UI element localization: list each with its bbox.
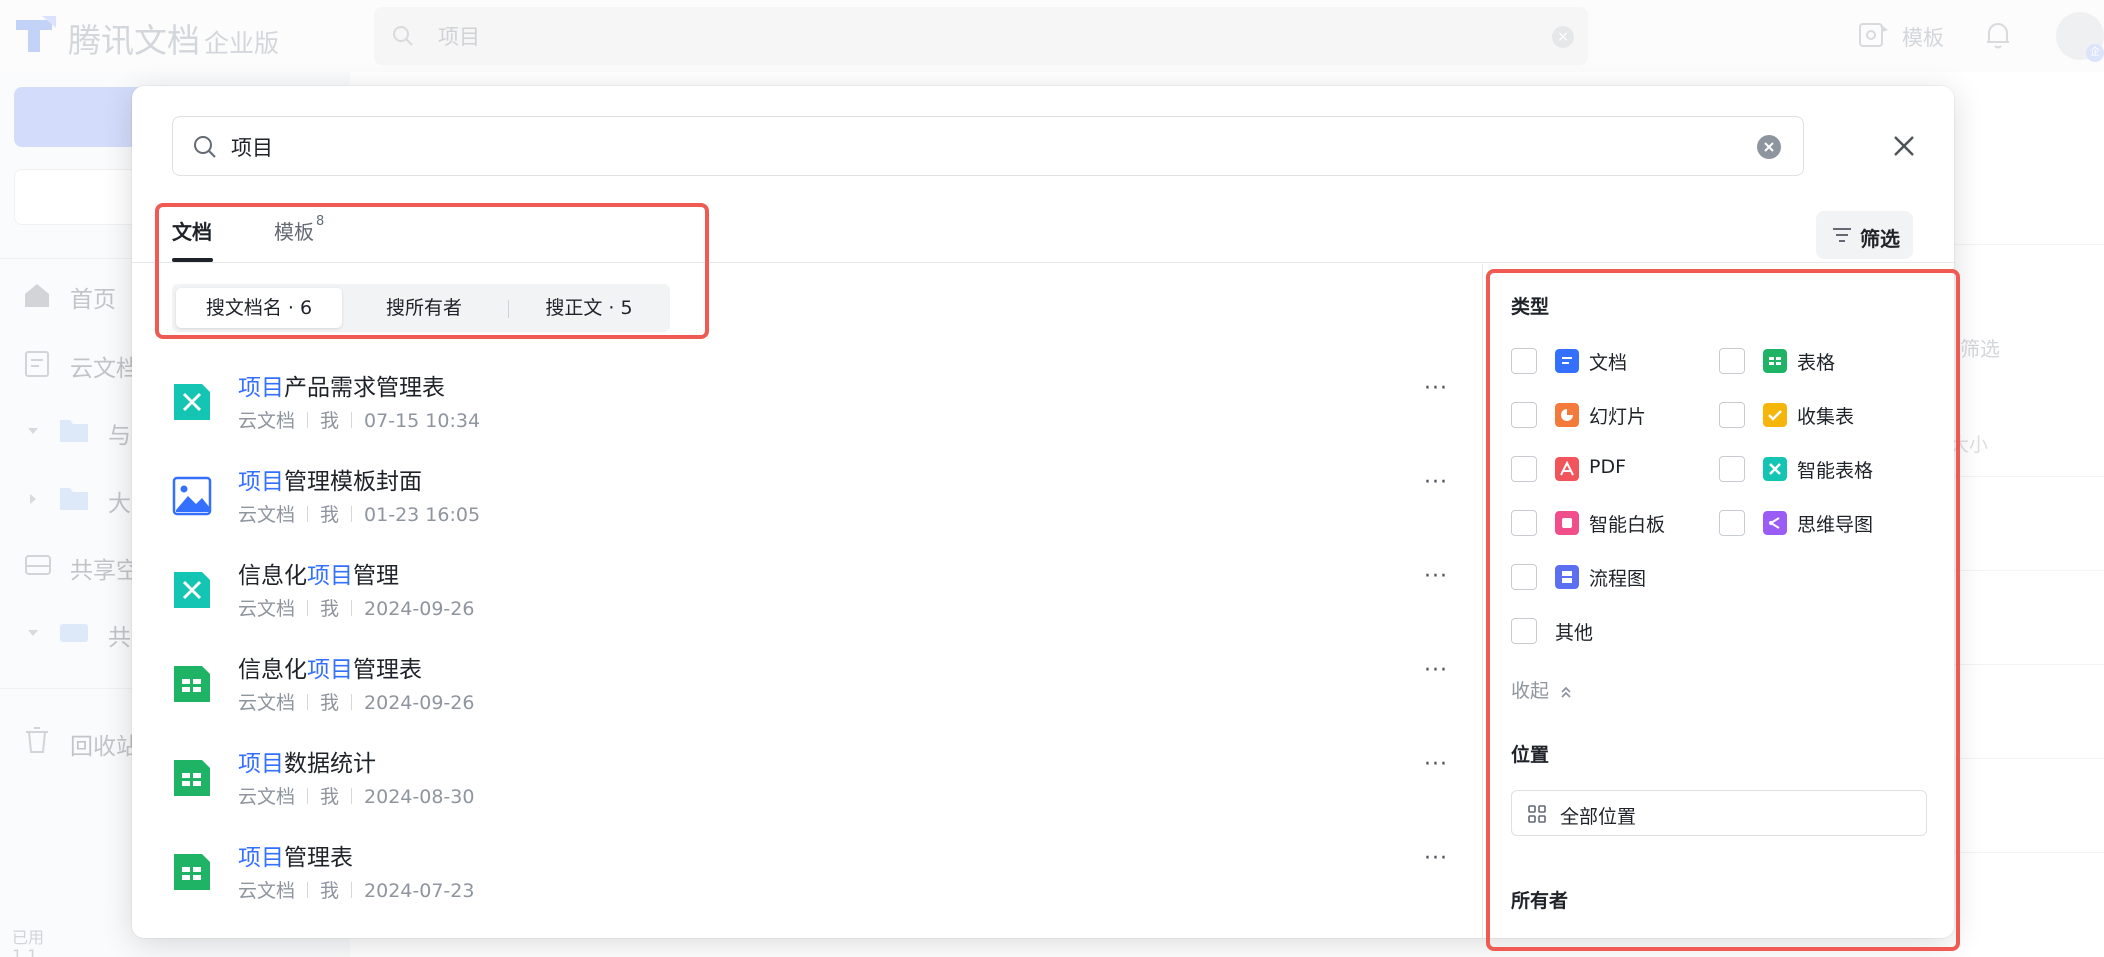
sheet-icon <box>174 854 210 890</box>
tab-docs[interactable]: 文档 <box>172 216 212 245</box>
filter-panel: 类型 文档 表格 幻灯片 收集表 PDF 智能表格 智能白板 思维导图 流程图 … <box>1482 264 1954 938</box>
type-option-mindmap[interactable]: 思维导图 <box>1719 510 1919 538</box>
result-row[interactable]: 信息化项目管理 云文档我 2024-09-26 ··· <box>170 556 1580 650</box>
close-icon[interactable] <box>1888 130 1920 162</box>
checkbox[interactable] <box>1511 618 1537 644</box>
result-title: 项目管理表 <box>238 845 353 871</box>
flowchart-icon <box>1555 565 1579 589</box>
search-scope-segment: 搜文档名 · 6 搜所有者 搜正文 · 5 <box>172 284 670 332</box>
type-option-label: 流程图 <box>1589 568 1647 590</box>
type-option-whiteboard[interactable]: 智能白板 <box>1511 510 1701 538</box>
result-title: 项目数据统计 <box>238 751 376 777</box>
modal-search-input[interactable]: 项目 <box>172 116 1804 176</box>
checkbox[interactable] <box>1719 456 1745 482</box>
type-option-label: 表格 <box>1797 352 1836 374</box>
filter-icon <box>1833 228 1851 242</box>
location-value: 全部位置 <box>1560 806 1637 828</box>
segment-separator <box>508 300 509 318</box>
type-option-label: 文档 <box>1589 352 1628 374</box>
checkbox[interactable] <box>1719 510 1745 536</box>
result-row[interactable]: 项目数据统计 云文档我 2024-08-30 ··· <box>170 744 1580 838</box>
result-meta: 云文档我 2024-09-26 <box>238 598 475 620</box>
result-meta: 云文档我 2024-09-26 <box>238 692 475 714</box>
type-option-doc[interactable]: 文档 <box>1511 348 1701 376</box>
checkbox[interactable] <box>1719 348 1745 374</box>
type-option-label: PDF <box>1589 456 1627 478</box>
result-meta: 云文档我 07-15 10:34 <box>238 410 481 432</box>
type-option-label: 智能白板 <box>1589 514 1666 536</box>
checkbox[interactable] <box>1511 348 1537 374</box>
checkbox[interactable] <box>1511 456 1537 482</box>
result-title: 信息化项目管理表 <box>238 657 422 683</box>
sheet-icon <box>174 760 210 796</box>
search-query: 项目 <box>231 136 273 160</box>
tabs-divider <box>132 262 1954 263</box>
collapse-button[interactable]: 收起 <box>1511 676 1573 703</box>
more-options-button[interactable]: ··· <box>1416 658 1456 688</box>
type-option-smart-sheet[interactable]: 智能表格 <box>1719 456 1919 484</box>
filter-button[interactable]: 筛选 <box>1816 211 1913 259</box>
mindmap-icon <box>1763 511 1787 535</box>
smart-sheet-icon <box>174 572 210 608</box>
type-option-form[interactable]: 收集表 <box>1719 402 1919 430</box>
type-option-pdf[interactable]: PDF <box>1511 456 1701 484</box>
checkbox[interactable] <box>1719 402 1745 428</box>
collapse-label: 收起 <box>1511 680 1550 702</box>
scope-content[interactable]: 搜正文 · 5 <box>512 288 666 328</box>
clear-search-icon[interactable] <box>1757 135 1781 159</box>
checkbox[interactable] <box>1511 402 1537 428</box>
type-option-label: 思维导图 <box>1797 514 1874 536</box>
pdf-icon <box>1555 457 1579 481</box>
search-icon <box>194 136 216 158</box>
location-select[interactable]: 全部位置 <box>1511 790 1927 836</box>
result-title: 项目产品需求管理表 <box>238 375 445 401</box>
image-icon <box>172 476 212 516</box>
type-option-label: 其他 <box>1555 622 1594 644</box>
result-row[interactable]: 项目管理模板封面 云文档我 01-23 16:05 ··· <box>170 462 1580 556</box>
result-row[interactable]: 项目管理表 云文档我 2024-07-23 ··· <box>170 838 1580 932</box>
result-row[interactable]: 项目产品需求管理表 云文档我 07-15 10:34 ··· <box>170 368 1580 462</box>
type-option-slide[interactable]: 幻灯片 <box>1511 402 1701 430</box>
more-options-button[interactable]: ··· <box>1416 752 1456 782</box>
result-meta: 云文档我 01-23 16:05 <box>238 504 481 526</box>
result-meta: 云文档我 2024-08-30 <box>238 786 475 808</box>
more-options-button[interactable]: ··· <box>1416 564 1456 594</box>
result-row[interactable]: 信息化项目管理表 云文档我 2024-09-26 ··· <box>170 650 1580 744</box>
filter-button-label: 筛选 <box>1860 227 1900 251</box>
sheet-icon <box>174 666 210 702</box>
result-meta: 云文档我 2024-07-23 <box>238 880 475 902</box>
result-title: 项目管理模板封面 <box>238 469 422 495</box>
tab-templates-count: 8 <box>316 214 325 230</box>
type-option-label: 幻灯片 <box>1589 406 1647 428</box>
type-option-flowchart[interactable]: 流程图 <box>1511 564 1701 592</box>
whiteboard-icon <box>1555 511 1579 535</box>
checkbox[interactable] <box>1511 564 1537 590</box>
location-heading: 位置 <box>1511 744 1550 766</box>
sheet-icon <box>1763 349 1787 373</box>
scope-doc-name[interactable]: 搜文档名 · 6 <box>176 288 342 328</box>
chevron-double-up-icon <box>1561 686 1571 698</box>
type-option-sheet[interactable]: 表格 <box>1719 348 1919 376</box>
more-options-button[interactable]: ··· <box>1416 470 1456 500</box>
tab-templates-label: 模板 <box>274 220 314 244</box>
scope-owner[interactable]: 搜所有者 <box>344 288 504 328</box>
smart-sheet-icon <box>174 384 210 420</box>
owner-heading: 所有者 <box>1511 890 1569 912</box>
more-options-button[interactable]: ··· <box>1416 376 1456 406</box>
slide-icon <box>1555 403 1579 427</box>
type-option-label: 收集表 <box>1797 406 1855 428</box>
checkbox[interactable] <box>1511 510 1537 536</box>
tab-templates[interactable]: 模板 8 <box>274 214 325 245</box>
search-modal: 项目 文档 模板 8 筛选 搜文档名 · 6 搜所有者 搜正文 · 5 项目产品需… <box>132 86 1954 938</box>
result-title: 信息化项目管理 <box>238 563 399 589</box>
doc-icon <box>1555 349 1579 373</box>
smart-sheet-icon <box>1763 457 1787 481</box>
more-options-button[interactable]: ··· <box>1416 846 1456 876</box>
type-option-other[interactable]: 其他 <box>1511 618 1701 646</box>
grid-icon <box>1528 805 1546 823</box>
type-option-label: 智能表格 <box>1797 460 1874 482</box>
form-icon <box>1763 403 1787 427</box>
type-heading: 类型 <box>1511 296 1550 318</box>
